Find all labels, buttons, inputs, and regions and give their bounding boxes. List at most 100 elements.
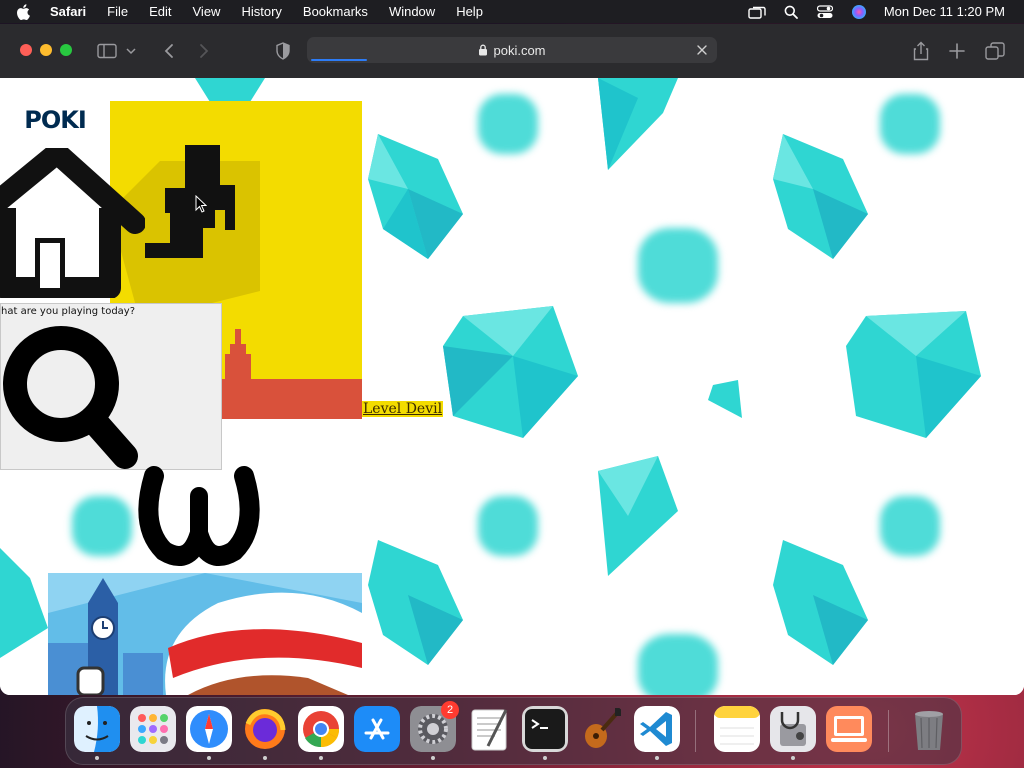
- screen-mirroring-icon[interactable]: [748, 4, 766, 20]
- close-window-button[interactable]: [20, 44, 32, 56]
- dock-garageband[interactable]: [578, 706, 624, 752]
- menu-view[interactable]: View: [193, 4, 221, 19]
- spotlight-search-icon[interactable]: [782, 4, 800, 20]
- stop-loading-icon[interactable]: [693, 41, 711, 59]
- menu-bookmarks[interactable]: Bookmarks: [303, 4, 368, 19]
- trash-icon: [915, 711, 943, 750]
- blurred-gem-decoration: [638, 634, 718, 695]
- dock-separator: [888, 710, 889, 752]
- game-thumbnail: [48, 573, 362, 695]
- running-indicator: [791, 756, 795, 760]
- dock-textedit[interactable]: [466, 706, 512, 752]
- running-indicator: [207, 756, 211, 760]
- apple-menu-icon[interactable]: [16, 3, 36, 20]
- textedit-icon: [471, 709, 508, 751]
- finder-icon: [74, 706, 120, 752]
- menu-edit[interactable]: Edit: [149, 4, 171, 19]
- game-search-box[interactable]: hat are you playing today?: [0, 303, 222, 470]
- sidebar-toggle-icon[interactable]: [96, 40, 118, 62]
- gem-decoration: [708, 380, 742, 418]
- home-icon[interactable]: [0, 148, 145, 298]
- terminal-icon: [522, 706, 568, 752]
- menu-bar: Safari File Edit View History Bookmarks …: [0, 0, 1024, 23]
- dock-finder[interactable]: [74, 706, 120, 752]
- running-indicator: [655, 756, 659, 760]
- gem-decoration: [0, 548, 48, 658]
- address-url: poki.com: [493, 42, 546, 58]
- settings-notification-badge: 2: [441, 701, 459, 719]
- privacy-shield-icon[interactable]: [272, 40, 294, 62]
- safari-window: poki.com Level Devil POKI hat are you pl…: [0, 24, 1024, 695]
- gem-decoration: [368, 540, 463, 665]
- search-icon[interactable]: [1, 322, 141, 470]
- zoom-window-button[interactable]: [60, 44, 72, 56]
- blurred-gem-decoration: [880, 496, 940, 556]
- safari-toolbar: poki.com: [0, 24, 1024, 79]
- dock-safari[interactable]: [186, 706, 232, 752]
- dock-app-store[interactable]: [354, 706, 400, 752]
- gem-decoration: [598, 456, 678, 576]
- siri-icon[interactable]: [850, 4, 868, 20]
- forward-button[interactable]: [193, 40, 215, 62]
- dock-vscode[interactable]: [634, 706, 680, 752]
- dock-disk-utility[interactable]: [770, 706, 816, 752]
- menu-help[interactable]: Help: [456, 4, 483, 19]
- blurred-gem-decoration: [478, 94, 538, 154]
- dock-launchpad[interactable]: [130, 706, 176, 752]
- search-placeholder: hat are you playing today?: [1, 306, 136, 317]
- blurred-gem-decoration: [478, 496, 538, 556]
- back-button[interactable]: [158, 40, 180, 62]
- lock-icon: [479, 44, 488, 56]
- gem-decoration: [846, 311, 981, 438]
- blurred-gem-decoration: [638, 228, 718, 303]
- blurred-gem-decoration: [880, 94, 940, 154]
- menu-app-name[interactable]: Safari: [50, 4, 86, 19]
- dock-separator: [695, 710, 696, 752]
- stethoscope-icon: [770, 706, 816, 752]
- dock: [65, 697, 962, 765]
- running-indicator: [431, 756, 435, 760]
- page-right-edge: [1010, 78, 1024, 695]
- running-indicator: [95, 756, 99, 760]
- menu-file[interactable]: File: [107, 4, 128, 19]
- app-store-icon: [354, 706, 400, 752]
- level-devil-link[interactable]: Level Devil: [362, 401, 444, 417]
- firefox-icon: [245, 709, 286, 749]
- gem-decoration: [443, 306, 578, 438]
- dock-chrome[interactable]: [298, 706, 344, 752]
- running-indicator: [543, 756, 547, 760]
- vscode-icon: [634, 706, 680, 752]
- dock-screen-sharing[interactable]: [826, 706, 872, 752]
- menu-window[interactable]: Window: [389, 4, 435, 19]
- launchpad-icon: [130, 706, 176, 752]
- page-load-progress: [311, 59, 367, 61]
- game-tile-bottom[interactable]: [48, 573, 362, 695]
- chrome-icon: [298, 706, 344, 752]
- tab-overview-icon[interactable]: [984, 40, 1006, 62]
- menu-history[interactable]: History: [241, 4, 281, 19]
- game-logo-icon[interactable]: [134, 456, 264, 571]
- poki-logo: POKI: [24, 106, 87, 134]
- new-tab-icon[interactable]: [946, 40, 968, 62]
- control-center-icon[interactable]: [816, 4, 834, 20]
- gem-decoration: [598, 78, 678, 170]
- running-indicator: [319, 756, 323, 760]
- dock-firefox[interactable]: [242, 706, 288, 752]
- chevron-down-icon[interactable]: [124, 40, 138, 62]
- mouse-cursor-icon: [195, 195, 207, 213]
- notes-icon: [714, 706, 760, 752]
- dock-notes[interactable]: [714, 706, 760, 752]
- blurred-gem-decoration: [72, 496, 132, 556]
- gem-decoration: [773, 134, 868, 259]
- menu-bar-clock[interactable]: Mon Dec 11 1:20 PM: [884, 4, 1005, 19]
- minimize-window-button[interactable]: [40, 44, 52, 56]
- screen-sharing-icon: [826, 706, 872, 752]
- dock-trash[interactable]: [906, 706, 952, 752]
- running-indicator: [263, 756, 267, 760]
- share-icon[interactable]: [910, 40, 932, 62]
- safari-icon: [186, 706, 232, 752]
- gem-decoration: [195, 78, 265, 102]
- address-bar[interactable]: poki.com: [307, 37, 717, 63]
- guitar-icon: [585, 708, 621, 748]
- dock-terminal[interactable]: [522, 706, 568, 752]
